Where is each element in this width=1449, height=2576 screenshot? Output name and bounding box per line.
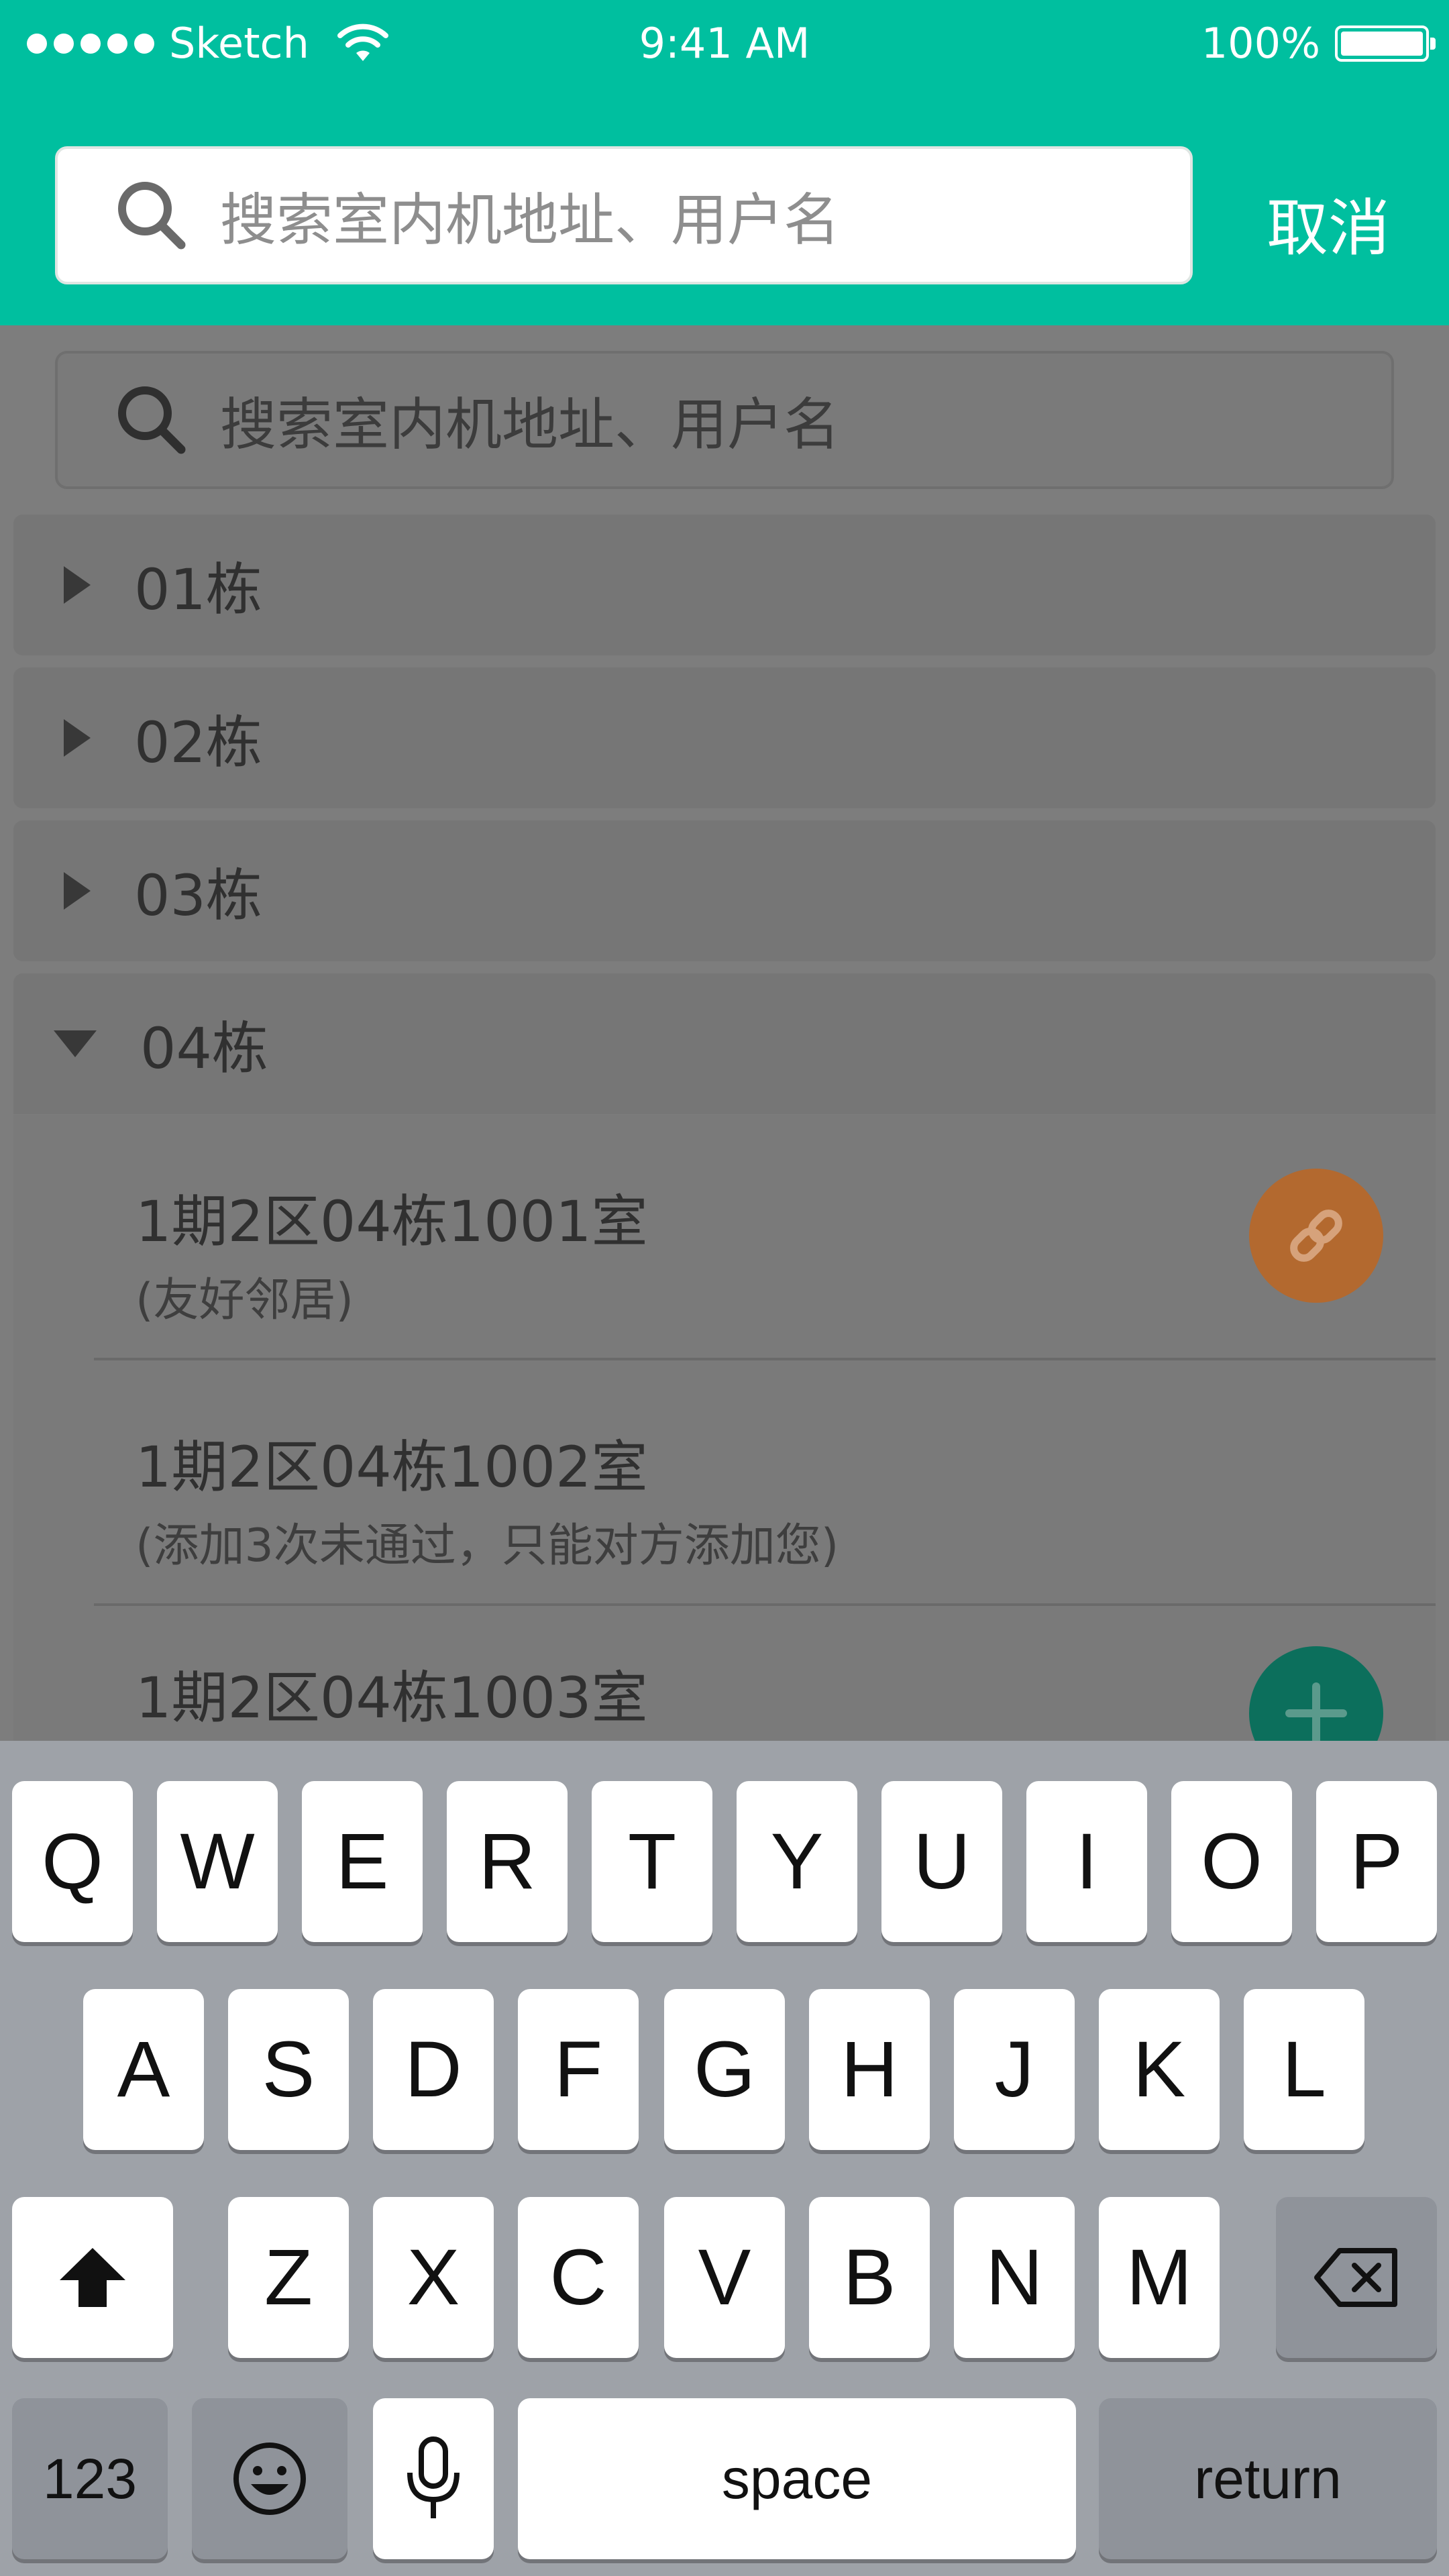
delete-key[interactable] xyxy=(1276,2197,1437,2358)
key-h[interactable]: H xyxy=(809,1989,930,2150)
building-row-03[interactable]: 03栋 xyxy=(13,820,1436,961)
key-e[interactable]: E xyxy=(302,1781,423,1942)
room-title: 1期2区04栋1002室 xyxy=(136,1434,648,1500)
status-right: 100% xyxy=(1201,19,1436,68)
microphone-icon xyxy=(407,2436,460,2518)
expand-arrow-icon xyxy=(64,872,91,910)
room-title: 1期2区04栋1003室 xyxy=(136,1665,648,1731)
cancel-button[interactable]: 取消 xyxy=(1267,178,1390,268)
search-placeholder: 搜索室内机地址、用户名 xyxy=(220,186,841,253)
backspace-icon xyxy=(1314,2248,1397,2307)
key-m[interactable]: M xyxy=(1099,2197,1220,2358)
link-button[interactable] xyxy=(1249,1169,1383,1303)
emoji-key[interactable] xyxy=(192,2398,347,2559)
key-f[interactable]: F xyxy=(518,1989,639,2150)
key-u[interactable]: U xyxy=(881,1781,1002,1942)
plus-icon xyxy=(1285,1682,1347,1741)
building-label: 04栋 xyxy=(140,1015,268,1081)
key-s[interactable]: S xyxy=(228,1989,349,2150)
room-subtitle: (友好邻居) xyxy=(136,1274,354,1327)
key-d[interactable]: D xyxy=(373,1989,494,2150)
background-search-placeholder: 搜索室内机地址、用户名 xyxy=(220,391,841,458)
numbers-key[interactable]: 123 xyxy=(12,2398,168,2559)
expand-arrow-icon xyxy=(64,719,91,757)
key-v[interactable]: V xyxy=(664,2197,785,2358)
battery-icon xyxy=(1335,25,1436,62)
key-k[interactable]: K xyxy=(1099,1989,1220,2150)
expand-arrow-icon xyxy=(64,566,91,604)
search-header: Sketch 9:41 AM 100% 搜索室内机地址、用户名 取消 xyxy=(0,0,1449,325)
building-row-02[interactable]: 02栋 xyxy=(13,667,1436,808)
building-row-01[interactable]: 01栋 xyxy=(13,515,1436,655)
key-n[interactable]: N xyxy=(954,2197,1075,2358)
space-key[interactable]: space xyxy=(518,2398,1076,2559)
room-list: 1期2区04栋1001室 (友好邻居) 1期2区04栋1002室 (添加3次未通… xyxy=(13,1115,1436,1741)
link-icon xyxy=(1290,1210,1342,1262)
building-label: 02栋 xyxy=(134,709,262,775)
key-c[interactable]: C xyxy=(518,2197,639,2358)
key-i[interactable]: I xyxy=(1026,1781,1147,1942)
dimmed-list-overlay[interactable]: 搜索室内机地址、用户名 01栋 02栋 03栋 04栋 1期2区04栋1001室… xyxy=(0,325,1449,1741)
key-q[interactable]: Q xyxy=(12,1781,133,1942)
building-label: 03栋 xyxy=(134,862,262,928)
search-icon xyxy=(118,386,186,454)
key-o[interactable]: O xyxy=(1171,1781,1292,1942)
return-key[interactable]: return xyxy=(1099,2398,1437,2559)
key-z[interactable]: Z xyxy=(228,2197,349,2358)
on-screen-keyboard: Q W E R T Y U I O P A S D F G H J K L Z … xyxy=(0,1741,1449,2576)
key-p[interactable]: P xyxy=(1316,1781,1437,1942)
key-g[interactable]: G xyxy=(664,1989,785,2150)
search-icon xyxy=(118,182,186,250)
battery-percent: 100% xyxy=(1201,19,1320,68)
background-search-bar: 搜索室内机地址、用户名 xyxy=(55,351,1394,489)
shift-arrow-icon xyxy=(60,2248,125,2307)
dictation-key[interactable] xyxy=(373,2398,494,2559)
add-button[interactable] xyxy=(1249,1646,1383,1741)
room-item[interactable]: 1期2区04栋1003室 xyxy=(13,1606,1436,1741)
key-t[interactable]: T xyxy=(592,1781,712,1942)
room-subtitle: (添加3次未通过，只能对方添加您) xyxy=(136,1519,839,1572)
emoji-icon xyxy=(233,2443,306,2515)
room-item[interactable]: 1期2区04栋1002室 (添加3次未通过，只能对方添加您) xyxy=(13,1360,1436,1603)
building-row-04[interactable]: 04栋 xyxy=(13,973,1436,1114)
status-bar: Sketch 9:41 AM 100% xyxy=(0,0,1449,84)
room-item[interactable]: 1期2区04栋1001室 (友好邻居) xyxy=(13,1115,1436,1358)
key-y[interactable]: Y xyxy=(737,1781,857,1942)
search-input[interactable]: 搜索室内机地址、用户名 xyxy=(55,146,1193,284)
key-b[interactable]: B xyxy=(809,2197,930,2358)
building-label: 01栋 xyxy=(134,556,262,623)
room-title: 1期2区04栋1001室 xyxy=(136,1189,648,1254)
collapse-arrow-icon xyxy=(54,1030,97,1057)
key-x[interactable]: X xyxy=(373,2197,494,2358)
key-r[interactable]: R xyxy=(447,1781,568,1942)
key-a[interactable]: A xyxy=(83,1989,204,2150)
shift-key[interactable] xyxy=(12,2197,173,2358)
key-w[interactable]: W xyxy=(157,1781,278,1942)
key-l[interactable]: L xyxy=(1244,1989,1364,2150)
key-j[interactable]: J xyxy=(954,1989,1075,2150)
